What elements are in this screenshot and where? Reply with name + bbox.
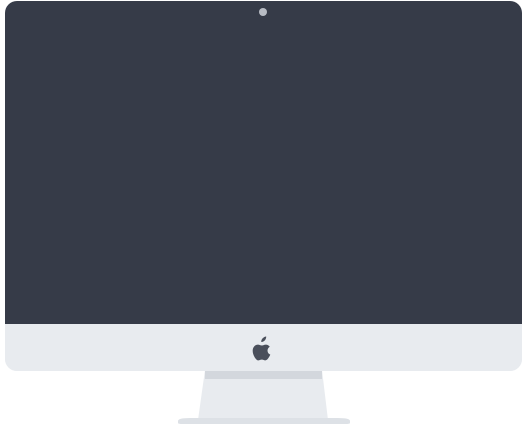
apple-logo-icon: [250, 336, 274, 362]
monitor-chin: [5, 324, 522, 371]
monitor-bezel: [5, 1, 522, 371]
stand-neck: [198, 370, 328, 420]
monitor-screen: [5, 1, 522, 324]
camera-dot-icon: [259, 8, 267, 16]
stand-neck-shadow: [205, 370, 322, 379]
desktop-monitor: [0, 0, 527, 427]
stand-base: [178, 418, 350, 424]
